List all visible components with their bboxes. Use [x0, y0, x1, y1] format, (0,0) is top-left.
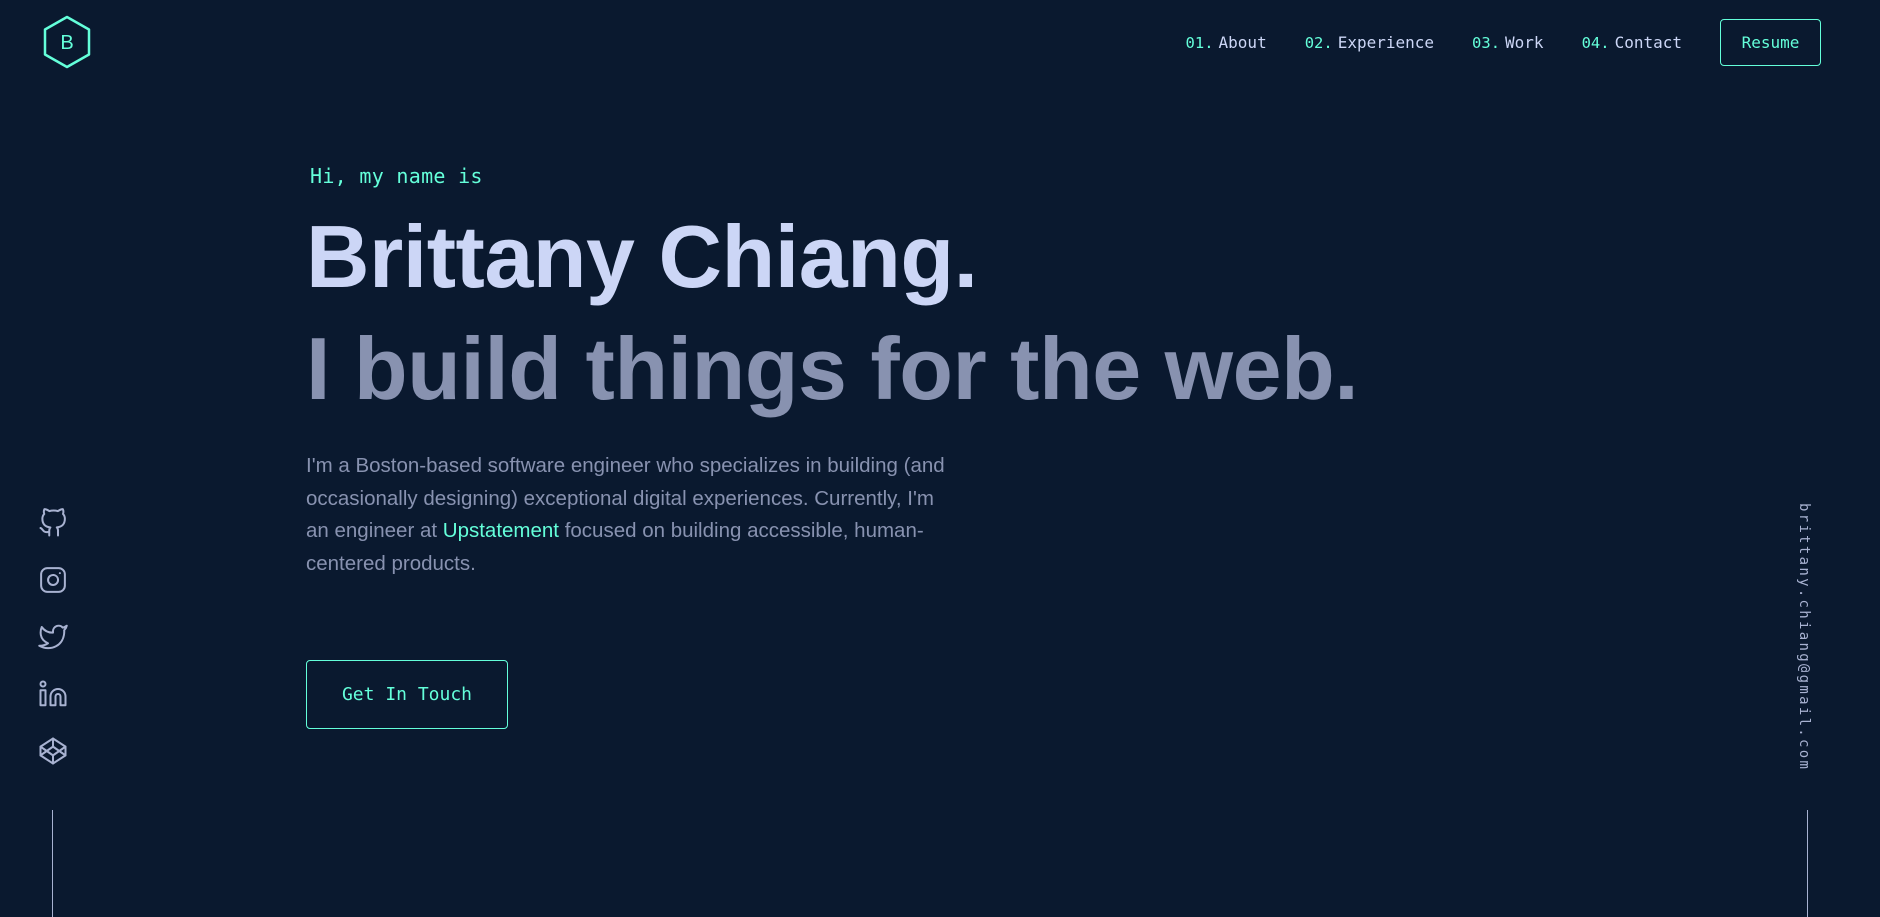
hero-tagline: I build things for the web. — [306, 319, 1359, 418]
resume-button[interactable]: Resume — [1720, 18, 1821, 66]
right-sidebar-line — [1807, 810, 1808, 917]
hero-description: I'm a Boston-based software engineer who… — [306, 450, 946, 580]
nav-item-label: About — [1218, 32, 1267, 52]
nav-item-number: 01. — [1185, 33, 1214, 52]
twitter-icon — [38, 624, 68, 650]
logo-link[interactable]: B — [40, 14, 94, 70]
left-sidebar-line — [52, 810, 53, 917]
hero-section: Hi, my name is Brittany Chiang. I build … — [306, 164, 1406, 580]
company-link[interactable]: Upstatement — [443, 519, 559, 542]
get-in-touch-button[interactable]: Get In Touch — [306, 660, 508, 729]
nav-item-contact[interactable]: 04. Contact — [1582, 33, 1682, 52]
linkedin-link[interactable] — [38, 679, 68, 709]
main-nav: 01. About 02. Experience 03. Work 04. Co… — [1148, 0, 1880, 84]
nav-item-number: 02. — [1304, 33, 1333, 52]
nav-item-work[interactable]: 03. Work — [1472, 33, 1544, 52]
github-icon — [39, 508, 66, 537]
codepen-icon — [39, 737, 67, 765]
nav-item-experience[interactable]: 02. Experience — [1305, 33, 1434, 52]
twitter-link[interactable] — [38, 622, 68, 652]
hero-intro: Hi, my name is — [310, 164, 483, 188]
hero-name: Brittany Chiang. — [306, 207, 978, 306]
nav-item-label: Experience — [1337, 32, 1435, 52]
linkedin-icon — [39, 680, 67, 707]
hexagon-logo-icon: B — [43, 15, 91, 69]
nav-item-label: Contact — [1614, 32, 1682, 52]
logo-letter: B — [60, 32, 73, 54]
social-links — [38, 508, 68, 793]
instagram-link[interactable] — [38, 565, 68, 595]
nav-item-number: 04. — [1581, 33, 1610, 52]
nav-item-number: 03. — [1472, 33, 1501, 52]
github-link[interactable] — [38, 508, 68, 538]
codepen-link[interactable] — [38, 736, 68, 766]
nav-item-label: Work — [1505, 32, 1544, 52]
instagram-icon — [40, 567, 66, 593]
nav-item-about[interactable]: 01. About — [1186, 33, 1267, 52]
email-link[interactable]: brittany.chiang@gmail.com — [1796, 503, 1812, 771]
